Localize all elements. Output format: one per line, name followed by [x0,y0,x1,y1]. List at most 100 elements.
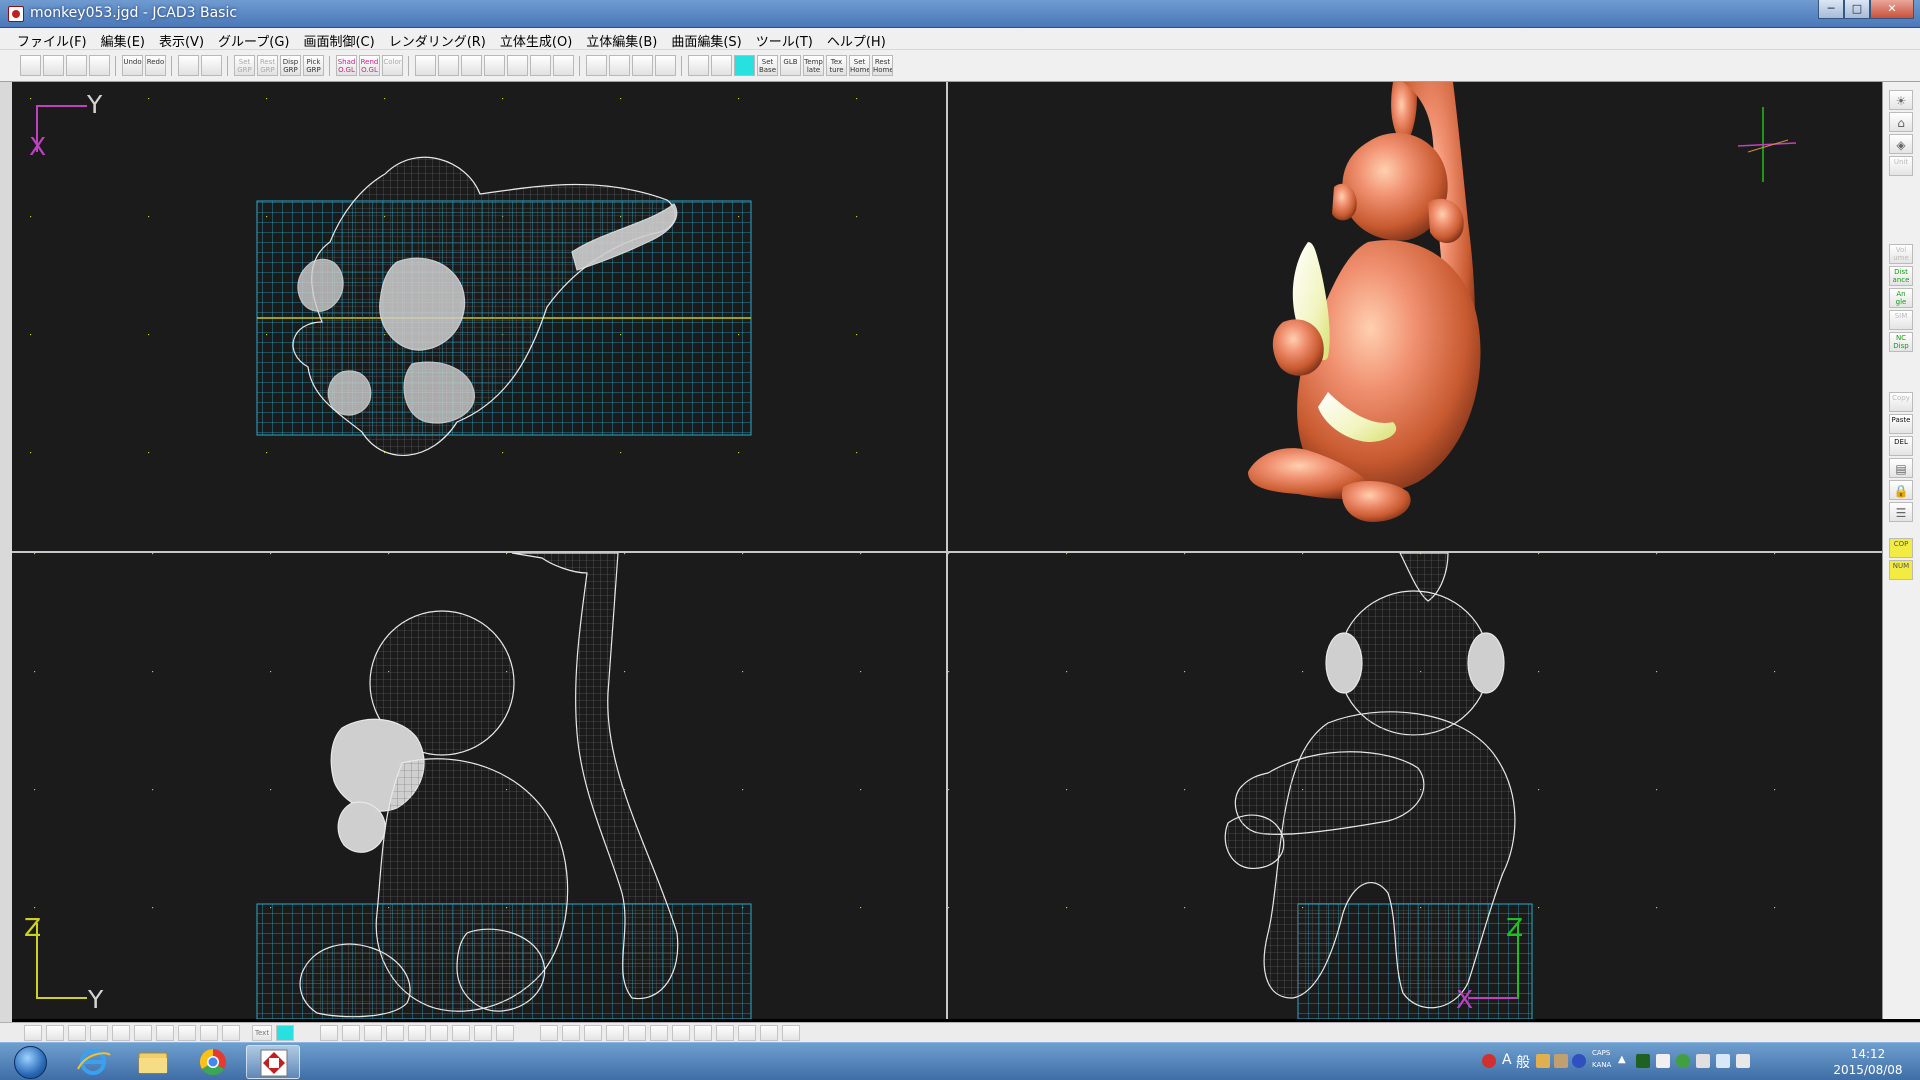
action-center-flag-icon[interactable] [1696,1054,1710,1068]
view-fit-button[interactable] [655,55,676,76]
menu-file[interactable]: ファイル(F) [10,28,94,50]
ime-help-icon[interactable] [1572,1054,1586,1068]
zoom-in-button[interactable] [415,55,436,76]
bottom-tool-button[interactable] [46,1025,64,1041]
maximize-button[interactable]: □ [1844,0,1870,19]
lock-button[interactable]: 🔒 [1889,480,1913,500]
set-base-button[interactable]: Set Base [757,55,778,76]
layer-button[interactable]: ◈ [1889,134,1913,154]
unit-button[interactable]: Unit [1889,156,1913,176]
bottom-tool-button[interactable] [90,1025,108,1041]
view-zoom-in-button[interactable] [586,55,607,76]
light-button[interactable]: ☀ [1889,90,1913,110]
template-button[interactable]: Temp late [803,55,824,76]
view-zoom-out-button[interactable] [609,55,630,76]
menu-help[interactable]: ヘルプ(H) [820,28,893,50]
view-rotate-button[interactable] [632,55,653,76]
bottom-tool-button[interactable] [760,1025,778,1041]
bottom-tool-button[interactable] [408,1025,426,1041]
viewport-front-view[interactable]: Z Y [12,553,946,1019]
view-button[interactable]: ⌂ [1889,112,1913,132]
zoom-fit-button[interactable] [507,55,528,76]
rest-grp-button[interactable]: Rest GRP [257,55,278,76]
menu-surface-edit[interactable]: 曲面編集(S) [664,28,748,50]
back-button[interactable] [553,55,574,76]
bottom-tool-button[interactable] [606,1025,624,1041]
redo-button[interactable]: Redo [145,55,166,76]
pick-grp-button[interactable]: Pick GRP [303,55,324,76]
bottom-tool-button[interactable] [496,1025,514,1041]
rest-home-button[interactable]: Rest Home [872,55,893,76]
bottom-tool-button[interactable] [134,1025,152,1041]
bottom-tool-button[interactable] [364,1025,382,1041]
display-toggle-2-button[interactable] [201,55,222,76]
bottom-tool-button[interactable] [68,1025,86,1041]
ime-pad-icon[interactable] [1536,1054,1550,1068]
volume-icon[interactable] [1736,1054,1750,1068]
grid-display-button[interactable] [734,55,755,76]
ime-tools-icon[interactable] [1554,1054,1568,1068]
windows-flag-tray-icon[interactable] [1656,1054,1670,1068]
bottom-tool-button[interactable] [474,1025,492,1041]
zoom-all-button[interactable] [484,55,505,76]
bottom-tool-button[interactable] [738,1025,756,1041]
bottom-tool-button[interactable] [24,1025,42,1041]
copy-button[interactable]: Copy [1889,392,1913,412]
app-icon[interactable] [8,6,24,22]
bottom-tool-button[interactable] [452,1025,470,1041]
viewport-side-view[interactable]: Z X [948,553,1882,1019]
sync-tray-icon[interactable] [1676,1054,1690,1068]
grid-dots-button[interactable] [688,55,709,76]
viewport-horizontal-splitter[interactable] [12,551,1882,553]
display-toggle-1-button[interactable] [178,55,199,76]
sim-button[interactable]: SIM [1889,310,1913,330]
taskbar-file-explorer[interactable] [126,1045,180,1079]
taskbar-clock[interactable]: 14:12 2015/08/08 [1828,1046,1908,1078]
bottom-tool-button[interactable] [694,1025,712,1041]
bottom-tool-button[interactable] [672,1025,690,1041]
text-button[interactable]: Text [252,1025,272,1041]
bottom-tool-button[interactable] [628,1025,646,1041]
taskbar-internet-explorer[interactable] [66,1045,120,1079]
open-file-button[interactable] [43,55,64,76]
rend-button[interactable]: Rend O.GL [359,55,380,76]
bottom-tool-button[interactable] [716,1025,734,1041]
texture-button[interactable]: Tex ture [826,55,847,76]
viewport-perspective-view[interactable] [948,82,1882,551]
set-grp-button[interactable]: Set GRP [234,55,255,76]
menu-view[interactable]: 表示(V) [152,28,211,50]
menu-edit[interactable]: 編集(E) [94,28,152,50]
bottom-tool-button[interactable] [782,1025,800,1041]
zoom-out-button[interactable] [438,55,459,76]
bottom-tool-button[interactable] [112,1025,130,1041]
taskbar-chrome[interactable] [186,1045,240,1079]
taskbar-jcad3[interactable] [246,1045,300,1079]
start-button[interactable] [6,1045,56,1079]
bottom-tool-button[interactable] [584,1025,602,1041]
viewport-top-view[interactable]: Y X [12,82,946,551]
menu-tools[interactable]: ツール(T) [749,28,820,50]
bottom-tool-button[interactable] [222,1025,240,1041]
bottom-tool-button[interactable] [156,1025,174,1041]
ime-dictionary-indicator[interactable]: 般 [1516,1052,1530,1072]
close-button[interactable]: ✕ [1870,0,1914,19]
ime-toolbar-icon[interactable] [1482,1054,1496,1068]
bottom-tool-button[interactable] [276,1025,294,1041]
vol-button[interactable]: Vol ume [1889,244,1913,264]
cop-button[interactable]: COP [1889,538,1913,558]
bottom-tool-button[interactable] [178,1025,196,1041]
set-home-button[interactable]: Set Home [849,55,870,76]
save-button[interactable] [66,55,87,76]
ime-mode-indicator[interactable]: A [1502,1052,1512,1068]
bottom-tool-button[interactable] [320,1025,338,1041]
print-button[interactable] [89,55,110,76]
new-file-button[interactable] [20,55,41,76]
distance-button[interactable]: Dist ance [1889,266,1913,286]
bottom-tool-button[interactable] [200,1025,218,1041]
show-hidden-icons-button[interactable]: ▲ [1618,1054,1626,1065]
shad-button[interactable]: Shad O.GL [336,55,357,76]
menu-solid-edit[interactable]: 立体編集(B) [579,28,664,50]
top-view-canvas[interactable] [12,82,946,551]
bottom-tool-button[interactable] [386,1025,404,1041]
front-view-canvas[interactable] [12,553,946,1019]
